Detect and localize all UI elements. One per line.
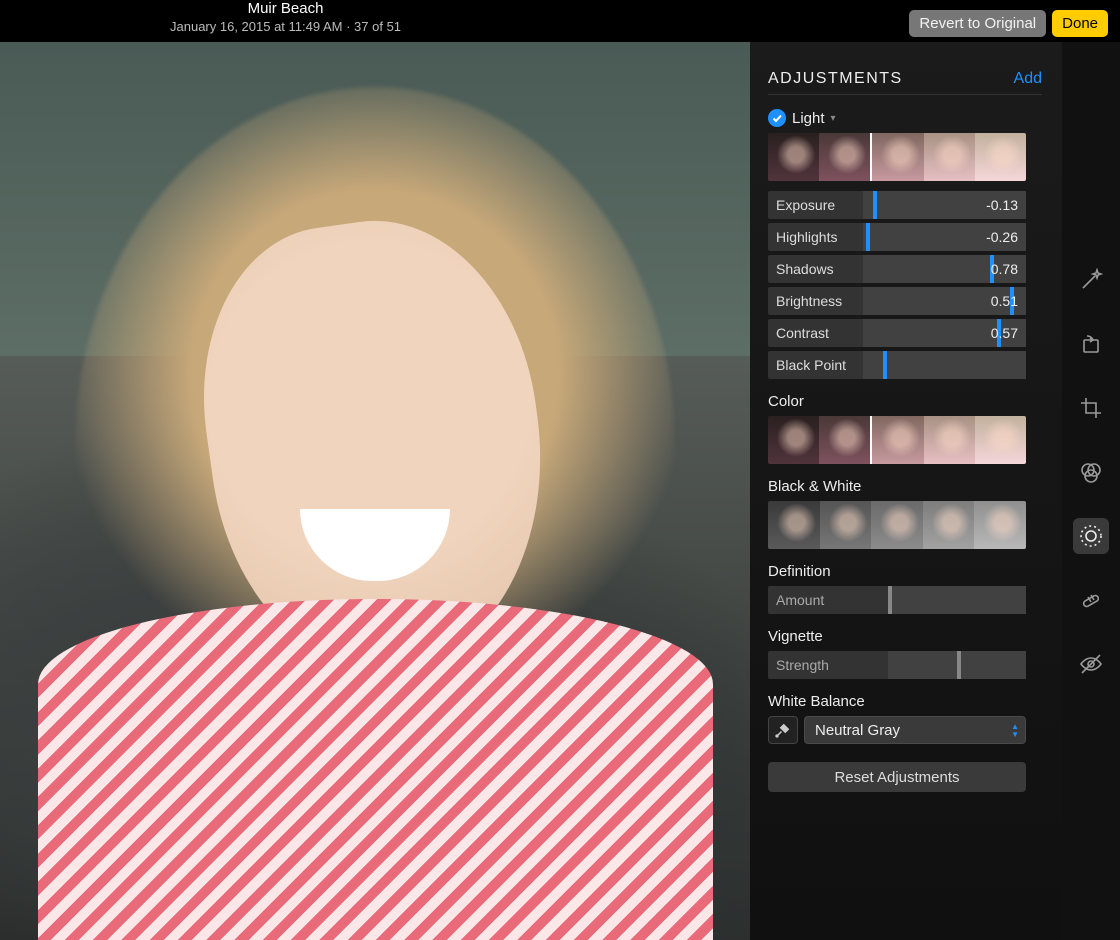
- photo-viewer[interactable]: [0, 42, 750, 940]
- slider-highlights[interactable]: Highlights-0.26: [768, 223, 1026, 251]
- top-bar: Muir Beach January 16, 2015 at 11:49 AM …: [0, 0, 1120, 42]
- adjustments-panel: ADJUSTMENTS Add Light ▾ Exposure-0.13 Hig…: [750, 42, 1062, 940]
- definition-slider[interactable]: Amount: [768, 586, 1026, 614]
- bw-thumbstrip[interactable]: [768, 501, 1026, 549]
- done-button[interactable]: Done: [1052, 10, 1108, 37]
- slider-exposure[interactable]: Exposure-0.13: [768, 191, 1026, 219]
- rotate-tool[interactable]: [1073, 326, 1109, 362]
- slider-brightness[interactable]: Brightness0.51: [768, 287, 1026, 315]
- stepper-icon: ▲▼: [1011, 723, 1019, 738]
- light-label: Light: [792, 110, 825, 127]
- chevron-down-icon: ▾: [831, 113, 836, 124]
- add-adjustment-button[interactable]: Add: [1014, 70, 1042, 88]
- photo-title: Muir Beach: [170, 0, 401, 18]
- bw-label[interactable]: Black & White: [768, 478, 1052, 495]
- color-thumbstrip[interactable]: [768, 416, 1026, 464]
- photo-placeholder: [0, 42, 750, 940]
- filters-tool[interactable]: [1073, 454, 1109, 490]
- eyedropper-button[interactable]: [768, 716, 798, 744]
- checkmark-icon[interactable]: [768, 109, 786, 127]
- slider-shadows[interactable]: Shadows0.78: [768, 255, 1026, 283]
- light-thumbstrip[interactable]: [768, 133, 1026, 181]
- color-label[interactable]: Color: [768, 393, 1052, 410]
- crop-tool[interactable]: [1073, 390, 1109, 426]
- title-block: Muir Beach January 16, 2015 at 11:49 AM …: [170, 0, 401, 36]
- reset-adjustments-button[interactable]: Reset Adjustments: [768, 762, 1026, 792]
- white-balance-select[interactable]: Neutral Gray ▲▼: [804, 716, 1026, 744]
- retouch-tool[interactable]: [1073, 582, 1109, 618]
- revert-button[interactable]: Revert to Original: [909, 10, 1046, 37]
- adjust-tool[interactable]: [1073, 518, 1109, 554]
- slider-contrast[interactable]: Contrast0.57: [768, 319, 1026, 347]
- redeye-tool[interactable]: [1073, 646, 1109, 682]
- light-section-header[interactable]: Light ▾: [768, 109, 1052, 127]
- photo-meta: January 16, 2015 at 11:49 AM · 37 of 51: [170, 18, 401, 36]
- definition-label[interactable]: Definition: [768, 563, 1052, 580]
- panel-title: ADJUSTMENTS: [768, 70, 903, 88]
- tool-rail: [1062, 42, 1120, 940]
- slider-black-point[interactable]: Black Point: [768, 351, 1026, 379]
- magic-wand-tool[interactable]: [1073, 262, 1109, 298]
- vignette-label[interactable]: Vignette: [768, 628, 1052, 645]
- vignette-slider[interactable]: Strength: [768, 651, 1026, 679]
- white-balance-label[interactable]: White Balance: [768, 693, 1052, 710]
